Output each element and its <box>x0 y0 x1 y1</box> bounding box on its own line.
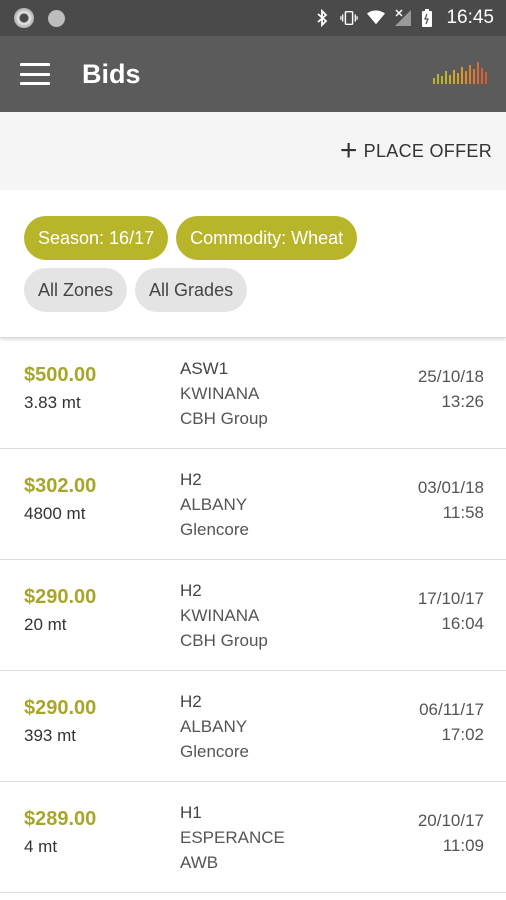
battery-icon <box>422 9 433 27</box>
circle-icon <box>48 9 65 27</box>
bid-port: ALBANY <box>180 717 248 736</box>
bid-price: $290.00 <box>24 586 97 608</box>
bid-quantity: 3.83 mt <box>24 393 81 412</box>
bid-time: 16:04 <box>441 614 484 633</box>
bid-quantity: 20 mt <box>24 615 67 634</box>
bid-time: 11:58 <box>442 503 484 522</box>
chrome-icon <box>14 8 34 28</box>
place-offer-button[interactable]: + PLACE OFFER <box>339 134 492 167</box>
bid-row[interactable]: $290.00 20 mt H2 KWINANA CBH Group 17/10… <box>0 560 506 671</box>
bid-quantity: 4800 mt <box>24 504 86 523</box>
bid-price: $289.00 <box>24 808 97 830</box>
bid-date: 03/01/18 <box>417 478 484 497</box>
bid-buyer: Glencore <box>180 742 249 761</box>
bid-row[interactable]: $302.00 4800 mt H2 ALBANY Glencore 03/01… <box>0 449 506 560</box>
bid-date: 17/10/17 <box>417 589 484 608</box>
bid-buyer: CBH Group <box>180 631 268 650</box>
bid-quantity: 4 mt <box>24 837 58 856</box>
bids-list: $500.00 3.83 mt ASW1 KWINANA CBH Group 2… <box>0 338 506 893</box>
bluetooth-icon <box>317 9 328 27</box>
bid-grade: ASW1 <box>180 359 229 378</box>
grades-filter-chip[interactable]: All Grades <box>135 268 248 312</box>
bid-quantity: 393 mt <box>24 726 76 745</box>
bid-row[interactable]: $290.00 393 mt H2 ALBANY Glencore 06/11/… <box>0 671 506 782</box>
bid-row[interactable]: $500.00 3.83 mt ASW1 KWINANA CBH Group 2… <box>0 338 506 449</box>
commodity-filter-chip[interactable]: Commodity: Wheat <box>176 216 358 260</box>
bid-date: 20/10/17 <box>417 811 484 830</box>
status-time: 16:45 <box>446 7 494 28</box>
bid-grade: H1 <box>180 803 202 822</box>
status-bar: 16:45 <box>0 0 506 36</box>
bid-buyer: CBH Group <box>180 409 268 428</box>
zones-filter-chip[interactable]: All Zones <box>24 268 128 312</box>
bid-grade: H2 <box>180 692 202 711</box>
place-offer-label: PLACE OFFER <box>363 140 492 161</box>
bid-price: $302.00 <box>24 475 97 497</box>
bid-price: $500.00 <box>24 364 97 386</box>
bid-price: $290.00 <box>24 697 97 719</box>
bid-port: ESPERANCE <box>180 828 285 847</box>
page-title: Bids <box>82 58 141 89</box>
action-bar: + PLACE OFFER <box>0 112 506 190</box>
bid-time: 13:26 <box>441 392 484 411</box>
app-logo <box>433 62 487 84</box>
app-bar: Bids <box>0 36 506 112</box>
bid-port: ALBANY <box>180 495 248 514</box>
bid-row[interactable]: $289.00 4 mt H1 ESPERANCE AWB 20/10/17 1… <box>0 782 506 893</box>
bid-port: KWINANA <box>180 384 260 403</box>
season-filter-chip[interactable]: Season: 16/17 <box>24 216 169 260</box>
menu-icon[interactable] <box>20 63 50 85</box>
vibrate-icon <box>340 10 359 26</box>
filter-chips: Season: 16/17 Commodity: Wheat All Zones… <box>0 190 506 338</box>
bid-grade: H2 <box>180 581 202 600</box>
bid-buyer: Glencore <box>180 520 249 539</box>
bid-grade: H2 <box>180 470 202 489</box>
bid-date: 25/10/18 <box>417 367 484 386</box>
bid-time: 17:02 <box>441 725 484 744</box>
bid-time: 11:09 <box>442 836 484 855</box>
plus-icon: + <box>339 134 358 167</box>
wifi-icon <box>367 10 386 25</box>
bid-buyer: AWB <box>180 853 219 872</box>
bid-date: 06/11/17 <box>419 700 484 719</box>
signal-icon <box>395 9 412 26</box>
bid-port: KWINANA <box>180 606 260 625</box>
